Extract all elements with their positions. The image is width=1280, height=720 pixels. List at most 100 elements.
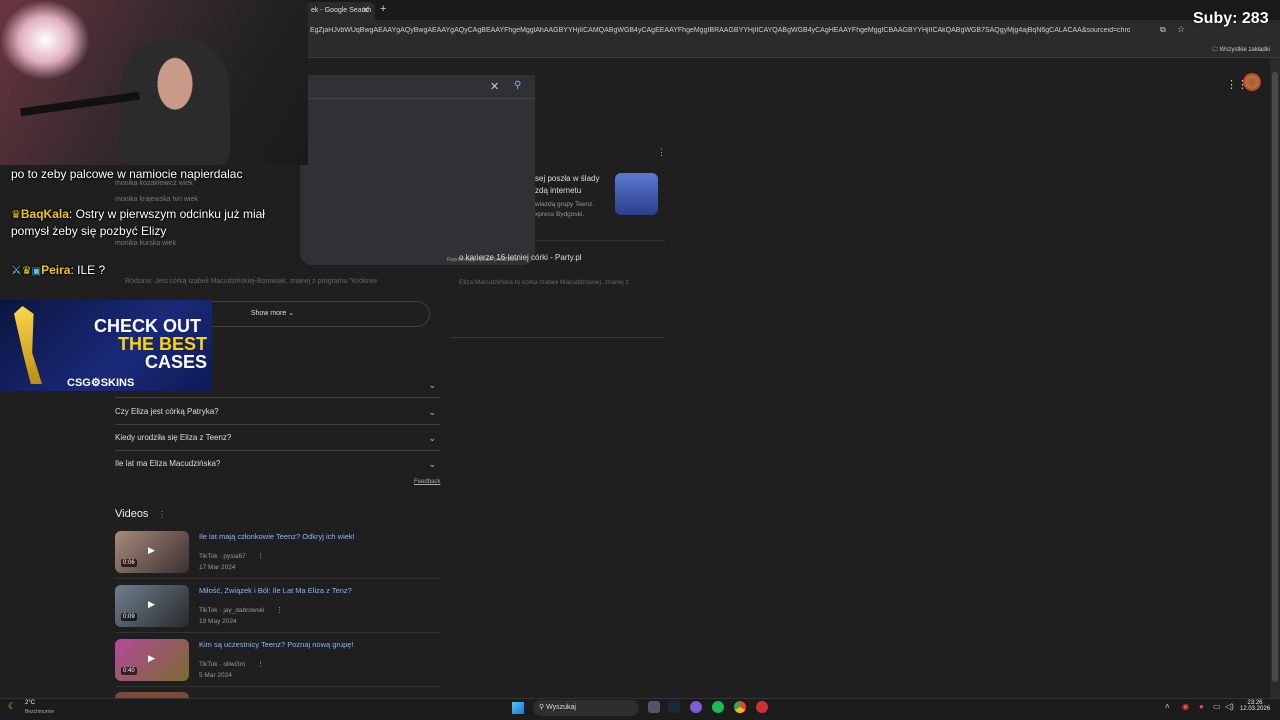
ad-brand: CSG⚙SKINS xyxy=(67,377,135,389)
play-icon: ▶ xyxy=(148,599,155,609)
sword-icon: ⚔ xyxy=(11,263,22,277)
paa-item[interactable]: Czy Eliza jest córką Patryka? ⌄ xyxy=(115,399,440,425)
task-view-icon[interactable] xyxy=(648,701,660,713)
suggestion-item[interactable]: monika krajewska tvn wiek xyxy=(115,196,198,203)
tab-close-icon[interactable]: ✕ xyxy=(362,5,370,16)
chat-message: ♛BaqKala: Ostry w pierwszym odcinku już … xyxy=(11,206,301,239)
ad-line: CASES xyxy=(145,352,208,372)
more-options-icon[interactable]: ⋮ xyxy=(257,660,264,668)
scrollbar-thumb[interactable] xyxy=(1272,72,1278,682)
bookmarks-label: Wszystkie zakładki xyxy=(1219,47,1271,53)
taskbar-search[interactable]: ⚲ Wyszukaj xyxy=(533,700,639,716)
videos-heading: Videos xyxy=(115,508,149,520)
paa-item[interactable]: Ile lat ma Eliza Macudzińska? ⌄ xyxy=(115,451,440,477)
search-icon[interactable]: ⚲ xyxy=(514,80,521,91)
play-icon: ▶ xyxy=(148,545,155,555)
clock-date: 12.03.2026 xyxy=(1240,706,1271,712)
video-title[interactable]: Ile lat mają członkowie Teenz? Odkryj ic… xyxy=(199,532,355,541)
discord-icon[interactable] xyxy=(690,701,702,713)
chevron-up-icon[interactable]: ˄ xyxy=(1165,702,1170,711)
chat-message: ⚔♛▣Peira: ILE ? xyxy=(11,263,301,277)
video-thumbnail[interactable]: ▶ 0:40 xyxy=(115,639,189,681)
divider xyxy=(115,686,440,687)
spotify-icon[interactable] xyxy=(712,701,724,713)
news-snippet: wiazdą grupy Teenz. xpress Bydgoski. xyxy=(535,201,595,218)
all-bookmarks-button[interactable]: 🗀 Wszystkie zakładki xyxy=(1212,45,1270,55)
chrome-icon[interactable] xyxy=(734,701,746,713)
video-title[interactable]: Miłość, Związek i Ból: Ile Lat Ma Eliza … xyxy=(199,586,352,595)
paa-item[interactable]: Kiedy urodziła się Eliza z Teenz? ⌄ xyxy=(115,425,440,451)
video-source: TikTok · oliwi3m xyxy=(199,661,245,668)
paa-question: Kiedy urodziła się Eliza z Teenz? xyxy=(115,433,232,442)
monitor-icon[interactable]: ▭ xyxy=(1213,702,1221,711)
tray-icon[interactable]: ◉ xyxy=(1182,702,1189,711)
taskbar xyxy=(0,698,1280,720)
windows-start-icon[interactable] xyxy=(512,702,524,714)
new-tab-icon[interactable]: + xyxy=(380,3,386,15)
taskbar-search-label: Wyszukaj xyxy=(546,704,576,711)
divider xyxy=(450,240,665,241)
video-thumbnail[interactable]: ▶ 0:06 xyxy=(115,531,189,573)
search-suggestions-panel xyxy=(300,75,535,265)
weather-condition: Bezchmurnie xyxy=(25,709,55,715)
divider xyxy=(115,632,440,633)
paa-question: Czy Eliza jest córką Patryka? xyxy=(115,407,219,416)
chat-username: BaqKala xyxy=(20,207,69,221)
clear-icon[interactable]: ✕ xyxy=(490,80,499,93)
more-options-icon[interactable]: ⋮ xyxy=(158,510,166,519)
chevron-down-icon: ⌄ xyxy=(288,310,295,317)
more-options-icon[interactable]: ⋮ xyxy=(257,552,264,560)
news-title[interactable]: o karierze 16-letniej córki - Party.pl xyxy=(459,252,659,264)
chat-text: po to zeby palcowe w namiocie napierdala… xyxy=(11,167,243,181)
moon-icon[interactable]: ☾ xyxy=(8,701,16,712)
chat-message: po to zeby palcowe w namiocie napierdala… xyxy=(11,167,301,181)
subscriber-count: Suby: 283 xyxy=(1193,10,1269,27)
play-icon: ▶ xyxy=(148,653,155,663)
news-thumbnail[interactable] xyxy=(615,173,658,215)
app-icon[interactable] xyxy=(756,701,768,713)
news-snippet: Eliza Macudzińska to córka Izabeli Macud… xyxy=(459,279,629,286)
chat-text: : ILE ? xyxy=(70,263,106,277)
video-duration: 0:40 xyxy=(121,667,137,675)
steam-icon[interactable] xyxy=(668,701,680,713)
more-options-icon[interactable]: ⋮ xyxy=(657,147,666,158)
star-icon[interactable]: ☆ xyxy=(1177,24,1185,35)
translate-icon[interactable]: ⧉ xyxy=(1160,25,1166,35)
video-duration: 0:09 xyxy=(121,613,137,621)
divider xyxy=(115,578,440,579)
video-thumbnail[interactable]: ▶ 0:09 xyxy=(115,585,189,627)
result-snippet: Rodzina: Jest córką Izabeli Macudzińskie… xyxy=(125,278,378,285)
more-options-icon[interactable]: ⋮ xyxy=(276,606,283,614)
video-duration: 0:06 xyxy=(121,559,137,567)
weather-temp[interactable]: 2°C xyxy=(25,700,35,706)
show-more-label: Show more xyxy=(250,310,287,317)
video-source: TikTok · pysia67 xyxy=(199,553,246,560)
video-title[interactable]: Kim są uczestnicy Teenz? Poznaj nową gru… xyxy=(199,640,354,649)
webcam-feed xyxy=(0,0,308,165)
video-date: 19 May 2024 xyxy=(199,618,237,625)
streamer xyxy=(120,40,230,165)
crown-icon: ♛ xyxy=(21,265,32,277)
suggestion-item[interactable]: monika kozakiewicz wiek xyxy=(115,180,193,187)
clock[interactable]: 23:26 12.03.2026 xyxy=(1240,700,1270,712)
paa-question: Ile lat ma Eliza Macudzińska? xyxy=(115,459,221,468)
chevron-down-icon: ⌄ xyxy=(428,407,436,417)
url-field[interactable]: EgZjaHJvbWUqBwgAEAAYgAQyBwgAEAAYgAQyCAgB… xyxy=(310,27,1130,34)
suggestion-item[interactable]: monika kurska wiek xyxy=(115,240,176,247)
feedback-link[interactable]: Feedback xyxy=(414,479,440,485)
speaker-icon[interactable]: ◁) xyxy=(1225,702,1234,711)
chevron-down-icon: ⌄ xyxy=(428,380,436,390)
csgo-skins-ad[interactable]: CHECK OUT THE BEST CASES CSG⚙SKINS xyxy=(0,300,212,391)
search-input[interactable] xyxy=(300,75,535,99)
news-title[interactable]: sej poszła w ślady zdą internetu xyxy=(535,173,610,197)
avatar[interactable] xyxy=(1243,73,1261,91)
video-date: 5 Mar 2024 xyxy=(199,672,232,679)
search-icon: ⚲ xyxy=(539,704,545,711)
crown-icon: ♛ xyxy=(11,209,21,221)
video-source: TikTok · jay_dabrowski xyxy=(199,607,265,614)
badge-icon: ▣ xyxy=(31,266,42,277)
divider xyxy=(450,337,665,338)
chevron-down-icon: ⌄ xyxy=(428,433,436,443)
video-date: 17 Mar 2024 xyxy=(199,564,236,571)
mic-icon[interactable]: ● xyxy=(1199,702,1204,711)
